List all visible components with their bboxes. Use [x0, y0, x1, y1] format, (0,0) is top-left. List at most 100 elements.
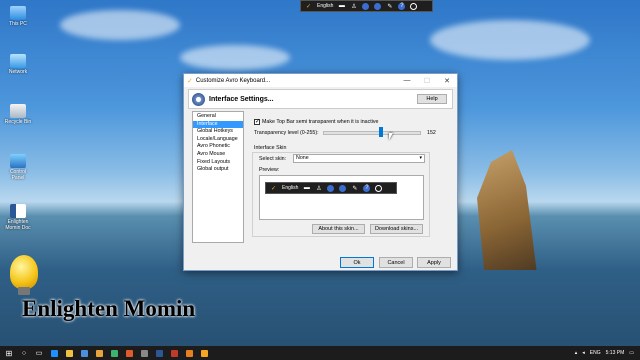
chevron-down-icon: ▾ [419, 155, 422, 161]
taskbar-app[interactable] [123, 347, 135, 359]
taskbar: ⊞ ○ ▭ ▴ ◂ ENG 5:13 PM ▭ [0, 346, 640, 360]
app-icon [170, 349, 178, 357]
search-button[interactable]: ○ [18, 347, 30, 359]
apply-button[interactable]: Apply [417, 257, 451, 268]
lightbulb-icon [10, 255, 38, 289]
help-icon[interactable]: ? [398, 2, 406, 10]
power-icon [375, 184, 383, 192]
app-icon [95, 349, 103, 357]
nav-item-global-output[interactable]: Global output [193, 166, 243, 174]
web-icon [339, 184, 347, 192]
app-icon [185, 349, 193, 357]
cloud [180, 45, 290, 70]
web-icon[interactable] [374, 2, 382, 10]
cancel-button[interactable]: Cancel [379, 257, 413, 268]
preview-label: Preview: [259, 167, 280, 173]
word-icon [155, 349, 163, 357]
desktop-icon-this-pc[interactable]: This PC [4, 6, 32, 27]
windows-icon: ⊞ [5, 348, 13, 358]
power-icon[interactable] [410, 2, 418, 10]
file-explorer-icon [65, 349, 73, 357]
taskbar-app[interactable] [168, 347, 180, 359]
skin-select[interactable]: None ▾ [293, 154, 425, 163]
taskbar-app[interactable] [63, 347, 75, 359]
nav-item-avro-phonetic[interactable]: Avro Phonetic [193, 143, 243, 151]
rock-formation [477, 150, 537, 270]
help-button[interactable]: Help [417, 94, 447, 104]
layout-icon[interactable]: ▬ [338, 3, 345, 10]
nav-item-global-hotkeys[interactable]: Global Hotkeys [193, 128, 243, 136]
avro-icon [200, 349, 208, 357]
taskbar-app[interactable] [183, 347, 195, 359]
desktop-icon-recycle-bin[interactable]: Recycle Bin [4, 104, 32, 125]
avro-logo-icon: ✓ [187, 77, 193, 85]
gear-icon [192, 92, 205, 106]
edge-icon [50, 349, 58, 357]
clock[interactable]: 5:13 PM [606, 350, 625, 356]
network-tray-icon[interactable]: ▴ [575, 350, 578, 356]
store-icon [80, 349, 88, 357]
customize-dialog: ✓ Customize Avro Keyboard... — ☐ ✕ Inter… [183, 73, 458, 271]
search-icon: ○ [21, 349, 27, 357]
skin-group-label: Interface Skin [254, 145, 287, 151]
taskbar-app[interactable] [93, 347, 105, 359]
taskbar-app[interactable] [78, 347, 90, 359]
transparency-value: 152 [427, 130, 436, 136]
settings-icon[interactable] [362, 2, 370, 10]
skin-select-value: None [296, 155, 309, 161]
lightbulb-base [18, 287, 30, 295]
network-icon [10, 54, 26, 68]
cloud [60, 10, 180, 40]
mouse-cursor-icon [389, 133, 393, 140]
taskbar-app-avro[interactable] [198, 347, 210, 359]
app-icon [125, 349, 133, 357]
edit-icon[interactable]: ✎ [386, 3, 393, 10]
nav-item-avro-mouse[interactable]: Avro Mouse [193, 151, 243, 159]
app-icon [140, 349, 148, 357]
transparency-slider-thumb[interactable] [379, 127, 384, 137]
desktop-icon-control-panel[interactable]: Control Panel [4, 154, 32, 181]
taskbar-app[interactable] [108, 347, 120, 359]
task-view-button[interactable]: ▭ [33, 347, 45, 359]
avro-logo-icon: ✓ [270, 185, 277, 192]
tools-icon: ♙ [316, 185, 322, 192]
maximize-button[interactable]: ☐ [417, 77, 437, 85]
nav-item-fixed-layouts[interactable]: Fixed Layouts [193, 159, 243, 167]
minimize-button[interactable]: — [397, 77, 417, 84]
taskbar-app[interactable] [153, 347, 165, 359]
start-button[interactable]: ⊞ [3, 347, 15, 359]
settings-header: Interface Settings... [188, 89, 453, 109]
download-skins-button[interactable]: Download skins... [370, 224, 423, 234]
about-skin-button[interactable]: About this skin... [312, 224, 365, 234]
settings-icon [327, 184, 335, 192]
dialog-titlebar[interactable]: ✓ Customize Avro Keyboard... — ☐ ✕ [184, 74, 457, 87]
desktop-icon-network[interactable]: Network [4, 54, 32, 75]
notification-icon[interactable]: ▭ [629, 350, 634, 356]
skin-preview: ✓ English ▬ ♙ ✎ ? [259, 175, 424, 220]
transparent-checkbox-label: Make Top Bar semi transparent when it is… [262, 119, 379, 125]
avro-top-bar[interactable]: ✓ English ▬ ♙ ✎ ? [300, 0, 433, 12]
transparency-slider-track[interactable] [323, 131, 421, 135]
tools-icon[interactable]: ♙ [350, 3, 357, 10]
avro-logo-icon[interactable]: ✓ [305, 3, 312, 10]
task-view-icon: ▭ [35, 350, 43, 357]
select-skin-label: Select skin: [259, 156, 287, 162]
word-document-icon [10, 204, 26, 218]
taskbar-app[interactable] [48, 347, 60, 359]
nav-item-general[interactable]: General [193, 113, 243, 121]
cloud [430, 20, 590, 60]
volume-icon[interactable]: ◂ [582, 350, 585, 356]
nav-item-interface[interactable]: Interface [193, 120, 243, 129]
transparent-checkbox[interactable]: ✓ [254, 119, 260, 125]
brand-watermark: Enlighten Momin [22, 296, 196, 321]
taskbar-app[interactable] [138, 347, 150, 359]
desktop-icon-word-doc[interactable]: Enlighten Momin Doc [4, 204, 32, 231]
computer-icon [10, 6, 26, 20]
edit-icon: ✎ [352, 185, 358, 192]
ok-button[interactable]: Ok [340, 257, 374, 268]
close-button[interactable]: ✕ [437, 77, 457, 85]
language-label[interactable]: English [317, 3, 333, 9]
language-indicator[interactable]: ENG [590, 350, 601, 356]
dialog-title: Customize Avro Keyboard... [195, 77, 271, 84]
nav-item-locale-language[interactable]: Locale/Language [193, 136, 243, 144]
